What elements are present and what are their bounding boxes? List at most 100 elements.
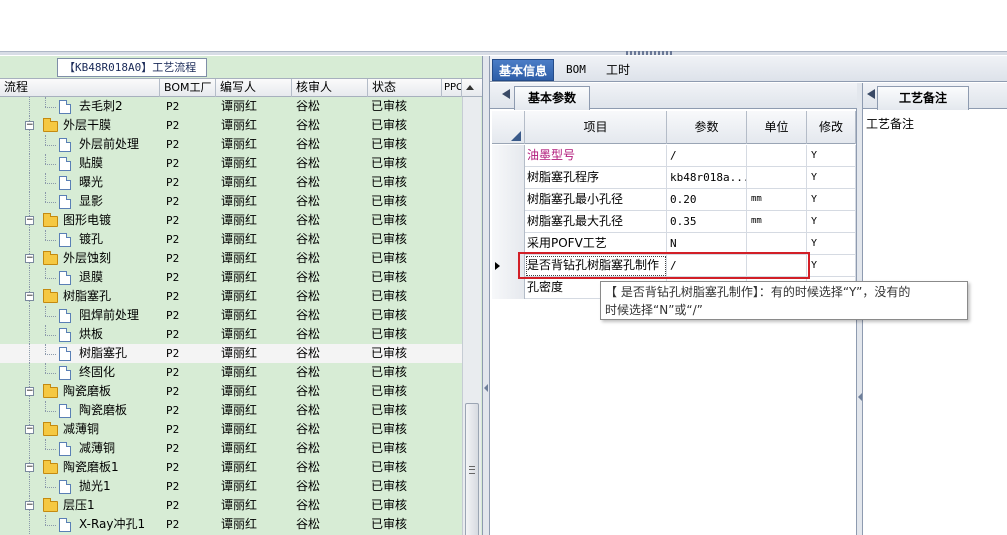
col-header-status[interactable]: 状态 [368, 79, 442, 97]
col-header-author[interactable]: 编写人 [216, 79, 292, 97]
tree-connector [29, 344, 30, 363]
author-cell: 谭丽红 [221, 403, 258, 417]
process-grid-header: 流程 BOM工厂 编写人 核审人 状态 PPC [0, 78, 482, 97]
document-icon [59, 233, 71, 247]
tree-item-row[interactable]: X-Ray冲孔1 P2 谭丽红 谷松 已审核 [0, 515, 462, 534]
collapse-icon[interactable]: − [25, 216, 34, 225]
tree-connector [45, 278, 56, 279]
col-header-item[interactable]: 项目 [525, 111, 667, 144]
tree-item-row[interactable]: 抛光1 P2 谭丽红 谷松 已审核 [0, 477, 462, 496]
tree-vertical-scrollbar[interactable] [462, 97, 481, 535]
document-icon [59, 404, 71, 418]
factory-cell: P2 [166, 518, 180, 531]
tree-item-row[interactable]: 阻焊前处理 P2 谭丽红 谷松 已审核 [0, 306, 462, 325]
param-value-cell[interactable]: 0.35 [667, 211, 747, 233]
reviewer-cell: 谷松 [296, 327, 321, 341]
tree-item-row[interactable]: 贴膜 P2 谭丽红 谷松 已审核 [0, 154, 462, 173]
collapse-icon[interactable]: − [25, 254, 34, 263]
reviewer-cell: 谷松 [296, 365, 321, 379]
factory-cell: P2 [166, 195, 180, 208]
splitter-grip[interactable] [626, 51, 672, 55]
col-header-reviewer[interactable]: 核审人 [292, 79, 368, 97]
tree-folder-row[interactable]: − 陶瓷磨板1 P2 谭丽红 谷松 已审核 [0, 458, 462, 477]
tree-item-row[interactable]: 烘板 P2 谭丽红 谷松 已审核 [0, 325, 462, 344]
tree-connector [45, 202, 56, 203]
tab-left-arrow-icon[interactable] [502, 89, 510, 99]
param-unit-cell [747, 167, 807, 189]
tree-item-row[interactable]: 退膜 P2 谭丽红 谷松 已审核 [0, 268, 462, 287]
tab-bom[interactable]: BOM [560, 59, 592, 81]
row-selector[interactable] [492, 277, 525, 299]
tree-item-label: 去毛刺2 [79, 99, 123, 113]
tree-item-row[interactable]: 去毛刺2 P2 谭丽红 谷松 已审核 [0, 97, 462, 116]
param-value-cell[interactable]: 0.20 [667, 189, 747, 211]
tree-item-row[interactable]: 显影 P2 谭丽红 谷松 已审核 [0, 192, 462, 211]
col-header-ppc[interactable]: PPC [442, 79, 462, 97]
tree-item-row[interactable]: 树脂塞孔 P2 谭丽红 谷松 已审核 [0, 344, 462, 363]
process-flow-tab-title[interactable]: 【KB48R018A0】工艺流程 [57, 58, 207, 77]
tree-folder-row[interactable]: − 图形电镀 P2 谭丽红 谷松 已审核 [0, 211, 462, 230]
row-selector[interactable] [492, 211, 525, 233]
tree-connector [29, 230, 30, 249]
collapse-left-icon[interactable] [484, 384, 488, 392]
reviewer-cell: 谷松 [296, 384, 321, 398]
status-cell: 已审核 [371, 460, 408, 474]
tab-basic-info[interactable]: 基本信息 [492, 59, 555, 81]
collapse-icon[interactable]: − [25, 501, 34, 510]
tree-folder-row[interactable]: − 外层蚀刻 P2 谭丽红 谷松 已审核 [0, 249, 462, 268]
row-selector[interactable] [492, 167, 525, 189]
param-row[interactable]: 树脂塞孔最大孔径 0.35 mm Y [492, 211, 856, 233]
tree-item-row[interactable]: 曝光 P2 谭丽红 谷松 已审核 [0, 173, 462, 192]
col-header-unit[interactable]: 单位 [747, 111, 807, 144]
tab-work-hours[interactable]: 工时 [600, 59, 636, 81]
tree-item-row[interactable]: 减薄铜 P2 谭丽红 谷松 已审核 [0, 439, 462, 458]
tab-basic-params[interactable]: 基本参数 [514, 86, 590, 110]
collapse-icon[interactable]: − [25, 463, 34, 472]
col-header-edit[interactable]: 修改 [807, 111, 856, 144]
horizontal-splitter[interactable] [0, 51, 1007, 55]
collapse-icon[interactable]: − [25, 387, 34, 396]
param-item-cell: 树脂塞孔程序 [525, 167, 667, 189]
tree-folder-row[interactable]: − 树脂塞孔 P2 谭丽红 谷松 已审核 [0, 287, 462, 306]
tree-item-row[interactable]: 终固化 P2 谭丽红 谷松 已审核 [0, 363, 462, 382]
collapse-icon[interactable]: − [25, 425, 34, 434]
tree-item-row[interactable]: 外层前处理 P2 谭丽红 谷松 已审核 [0, 135, 462, 154]
tree-connector [29, 363, 30, 382]
col-header-flow[interactable]: 流程 [0, 79, 160, 97]
tree-folder-row[interactable]: − 层压1 P2 谭丽红 谷松 已审核 [0, 496, 462, 515]
tree-connector [45, 316, 56, 317]
tree-item-row[interactable]: 陶瓷磨板 P2 谭丽红 谷松 已审核 [0, 401, 462, 420]
tree-folder-row[interactable]: − 减薄铜 P2 谭丽红 谷松 已审核 [0, 420, 462, 439]
param-value-cell[interactable]: / [667, 145, 747, 167]
col-header-param[interactable]: 参数 [667, 111, 747, 144]
author-cell: 谭丽红 [221, 232, 258, 246]
tree-folder-label: 外层干膜 [63, 118, 112, 132]
collapse-icon[interactable]: − [25, 121, 34, 130]
collapse-right-icon[interactable] [858, 393, 862, 401]
row-selector[interactable] [492, 189, 525, 211]
scrollbar-thumb[interactable] [465, 403, 479, 535]
tree-folder-row[interactable]: − 陶瓷磨板 P2 谭丽红 谷松 已审核 [0, 382, 462, 401]
tree-folder-label: 外层蚀刻 [63, 251, 112, 265]
tree-item-row[interactable]: 镀孔 P2 谭丽红 谷松 已审核 [0, 230, 462, 249]
top-blank-area [0, 0, 1007, 51]
tab-left-arrow-icon[interactable] [867, 89, 875, 99]
tab-process-remarks[interactable]: 工艺备注 [877, 86, 969, 110]
reviewer-cell: 谷松 [296, 498, 321, 512]
param-row[interactable]: 树脂塞孔最小孔径 0.20 mm Y [492, 189, 856, 211]
tree-item-label: 镀孔 [79, 232, 104, 246]
tree-folder-row[interactable]: − 外层干膜 P2 谭丽红 谷松 已审核 [0, 116, 462, 135]
param-row[interactable]: 油墨型号 / Y [492, 145, 856, 167]
param-row[interactable]: 树脂塞孔程序 kb48r018a... Y [492, 167, 856, 189]
row-selector[interactable] [492, 145, 525, 167]
vertical-splitter[interactable] [483, 56, 490, 535]
reviewer-cell: 谷松 [296, 175, 321, 189]
factory-cell: P2 [166, 404, 180, 417]
collapse-icon[interactable]: − [25, 292, 34, 301]
status-cell: 已审核 [371, 118, 408, 132]
tree-connector [45, 192, 46, 202]
param-value-cell[interactable]: kb48r018a... [667, 167, 747, 189]
tree-item-label: 终固化 [79, 365, 116, 379]
col-header-factory[interactable]: BOM工厂 [160, 79, 216, 97]
scroll-up-icon[interactable] [466, 85, 474, 90]
